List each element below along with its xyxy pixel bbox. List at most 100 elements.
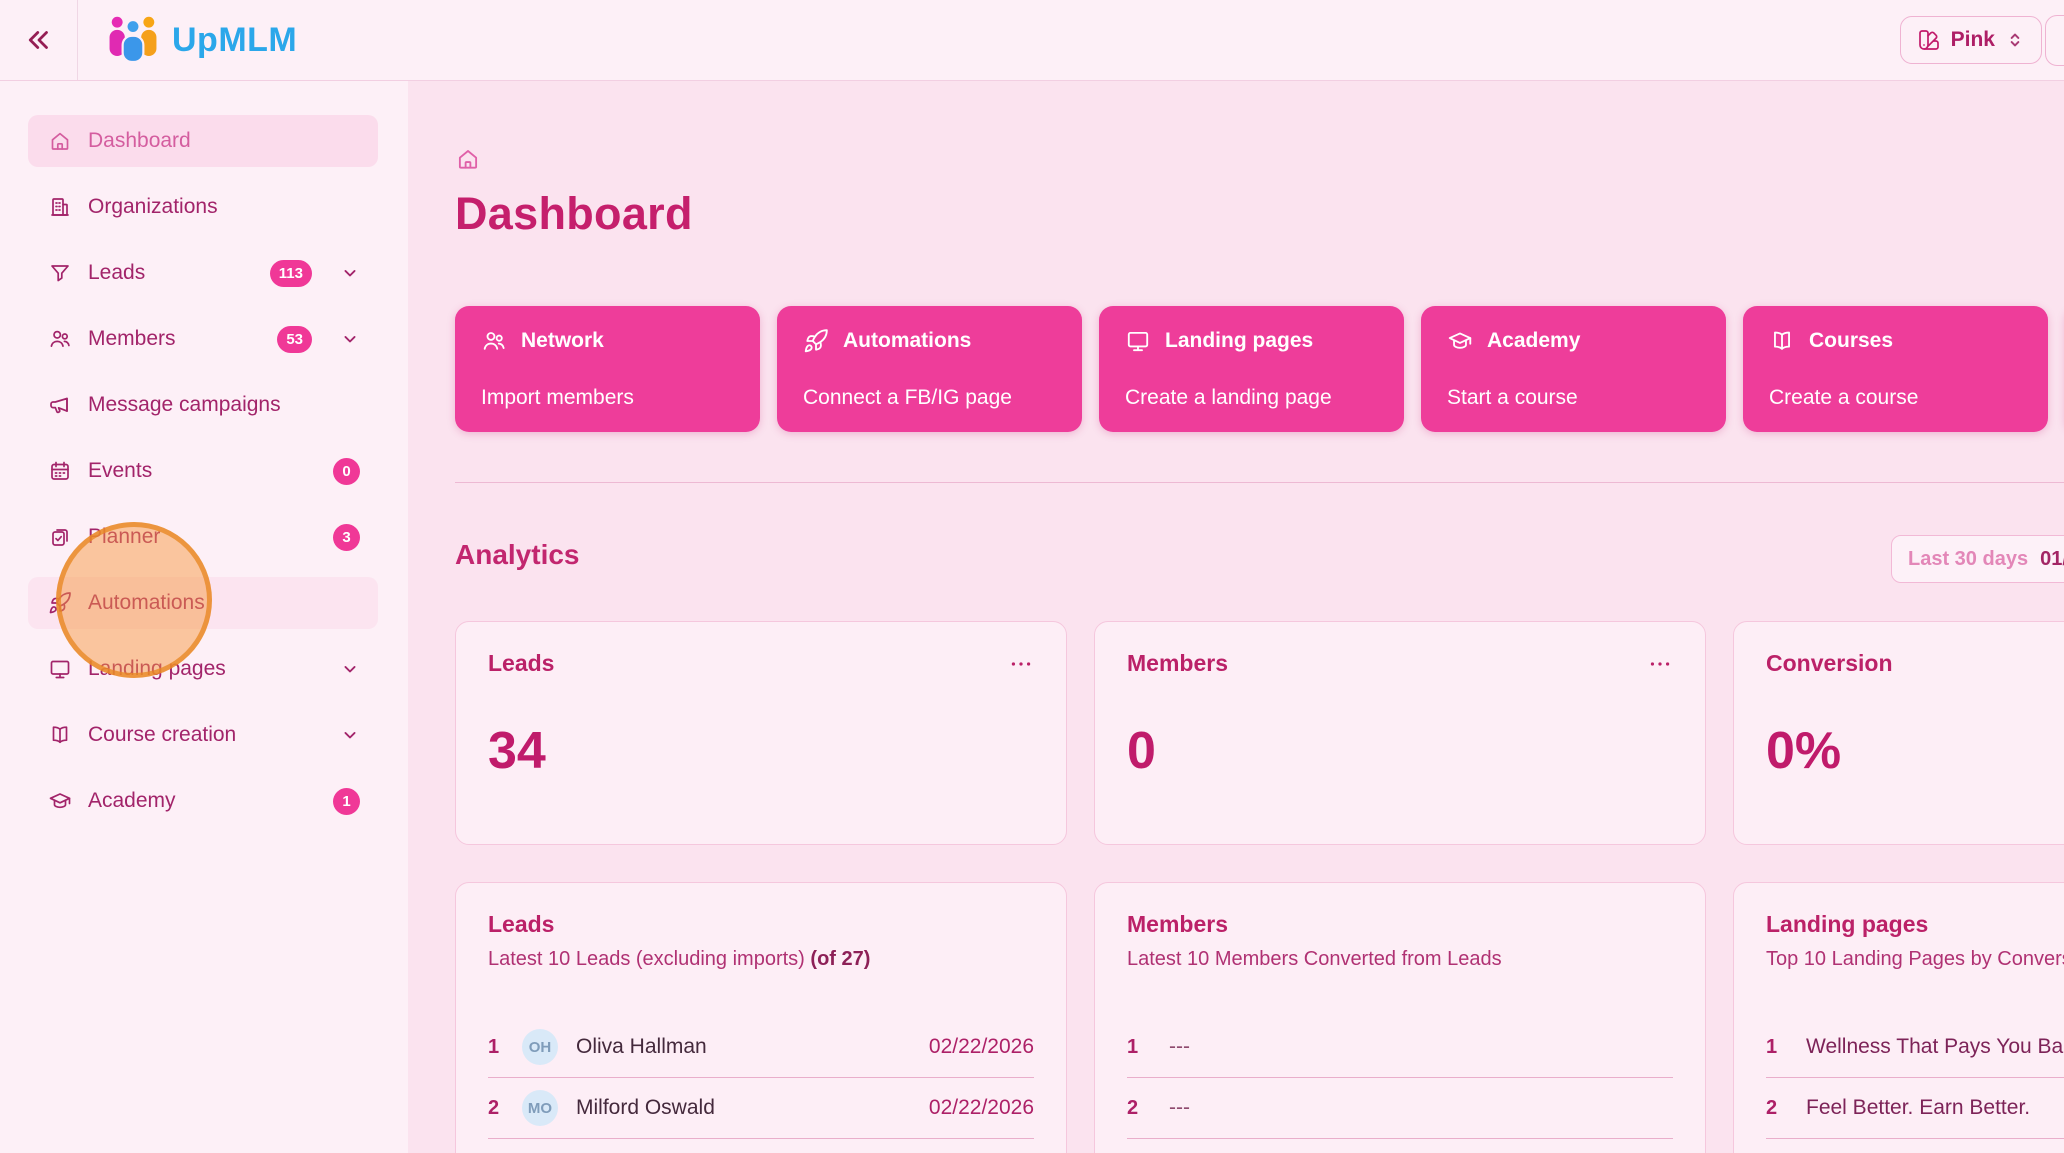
sidebar-item-message-campaigns[interactable]: Message campaigns xyxy=(28,379,378,431)
sidebar-item-leads[interactable]: Leads 113 xyxy=(28,247,378,299)
clipboard-check-icon xyxy=(48,525,72,549)
monitor-icon xyxy=(1125,328,1151,354)
sidebar-item-label: Academy xyxy=(88,789,317,813)
chevron-down-icon[interactable] xyxy=(340,659,360,679)
quick-action-subtitle: Start a course xyxy=(1447,386,1700,410)
events-count-badge: 0 xyxy=(333,458,360,485)
quick-action-landing-pages[interactable]: Landing pages Create a landing page xyxy=(1099,306,1404,432)
breadcrumb-home-icon[interactable] xyxy=(455,146,481,172)
quick-action-courses[interactable]: Courses Create a course xyxy=(1743,306,2048,432)
people-group-logo-icon xyxy=(106,14,160,67)
monitor-icon xyxy=(48,657,72,681)
row-number: 1 xyxy=(1766,1036,1800,1059)
home-icon xyxy=(48,129,72,153)
sidebar-item-automations[interactable]: Automations xyxy=(28,577,378,629)
sidebar-item-landing-pages[interactable]: Landing pages xyxy=(28,643,378,695)
sidebar-item-label: Dashboard xyxy=(88,129,360,153)
brand-logo[interactable]: UpMLM xyxy=(106,14,297,67)
theme-selector-label: Pink xyxy=(1951,28,1995,52)
megaphone-icon xyxy=(48,393,72,417)
chevron-down-icon[interactable] xyxy=(340,329,360,349)
sidebar-item-members[interactable]: Members 53 xyxy=(28,313,378,365)
book-icon xyxy=(1769,328,1795,354)
list-title: Members xyxy=(1127,911,1673,938)
row-number: 1 xyxy=(1127,1036,1161,1059)
analytics-lists-row: Leads Latest 10 Leads (excluding imports… xyxy=(455,882,2064,1153)
landing-page-name: Feel Better. Earn Better. xyxy=(1806,1096,2030,1120)
sidebar-item-label: Message campaigns xyxy=(88,393,360,417)
landing-page-row[interactable]: 1 Wellness That Pays You Back xyxy=(1766,1017,2064,1078)
theme-selector-button[interactable]: Pink xyxy=(1900,16,2042,64)
stat-value: 0% xyxy=(1766,721,2064,781)
landing-page-name: Wellness That Pays You Back xyxy=(1806,1035,2064,1059)
list-subtitle-count: (of 27) xyxy=(810,948,870,970)
chevron-down-icon[interactable] xyxy=(340,725,360,745)
analytics-section-title: Analytics xyxy=(455,539,580,570)
quick-action-subtitle: Create a course xyxy=(1769,386,2022,410)
stat-card-conversion: Conversion 0% xyxy=(1733,621,2064,845)
list-card-members: Members Latest 10 Members Converted from… xyxy=(1094,882,1706,1153)
quick-action-title: Automations xyxy=(843,329,971,353)
list-subtitle: Top 10 Landing Pages by Conversions xyxy=(1766,948,2064,971)
sidebar-item-events[interactable]: Events 0 xyxy=(28,445,378,497)
lead-row[interactable]: 1 OH Oliva Hallman 02/22/2026 xyxy=(488,1017,1034,1078)
stat-card-leads: Leads 34 xyxy=(455,621,1067,845)
graduation-cap-icon xyxy=(1447,328,1473,354)
funnel-icon xyxy=(48,261,72,285)
sidebar-item-label: Organizations xyxy=(88,195,360,219)
leads-count-badge: 113 xyxy=(270,260,312,287)
chevron-updown-icon xyxy=(2005,30,2025,50)
planner-count-badge: 3 xyxy=(333,524,360,551)
main-content: Dashboard Network Import members Automat… xyxy=(408,81,2064,1153)
quick-action-academy[interactable]: Academy Start a course xyxy=(1421,306,1726,432)
stat-card-members: Members 0 xyxy=(1094,621,1706,845)
sidebar-item-label: Course creation xyxy=(88,723,312,747)
sidebar-item-course-creation[interactable]: Course creation xyxy=(28,709,378,761)
academy-count-badge: 1 xyxy=(333,788,360,815)
stat-title: Conversion xyxy=(1766,650,1893,677)
rocket-icon xyxy=(48,591,72,615)
stat-value: 34 xyxy=(488,721,1034,781)
quick-action-title: Courses xyxy=(1809,329,1893,353)
ellipsis-menu-icon[interactable] xyxy=(1647,651,1673,677)
sidebar-item-academy[interactable]: Academy 1 xyxy=(28,775,378,827)
lead-row[interactable]: 2 MO Milford Oswald 02/22/2026 xyxy=(488,1078,1034,1139)
list-card-leads: Leads Latest 10 Leads (excluding imports… xyxy=(455,882,1067,1153)
ellipsis-menu-icon[interactable] xyxy=(1008,651,1034,677)
row-number: 2 xyxy=(1127,1097,1161,1120)
member-row[interactable]: 2 --- xyxy=(1127,1078,1673,1139)
swatchbook-icon xyxy=(1917,28,1941,52)
member-name: --- xyxy=(1169,1096,1190,1120)
row-number: 2 xyxy=(488,1097,522,1120)
avatar: OH xyxy=(522,1029,558,1065)
sidebar-collapse-button[interactable] xyxy=(0,0,78,80)
member-name: --- xyxy=(1169,1035,1190,1059)
sidebar-item-organizations[interactable]: Organizations xyxy=(28,181,378,233)
date-range-filter[interactable]: Last 30 days 01/2 xyxy=(1891,535,2064,583)
quick-action-automations[interactable]: Automations Connect a FB/IG page xyxy=(777,306,1082,432)
double-chevron-left-icon xyxy=(24,25,54,55)
lead-date: 02/22/2026 xyxy=(929,1096,1034,1120)
chevron-down-icon[interactable] xyxy=(340,263,360,283)
lead-name: Milford Oswald xyxy=(576,1096,715,1120)
quick-action-title: Academy xyxy=(1487,329,1580,353)
sidebar-item-dashboard[interactable]: Dashboard xyxy=(28,115,378,167)
list-subtitle-text: Latest 10 Leads (excluding imports) xyxy=(488,948,805,970)
users-icon xyxy=(48,327,72,351)
rocket-icon xyxy=(803,328,829,354)
landing-page-row[interactable]: 2 Feel Better. Earn Better. xyxy=(1766,1078,2064,1139)
quick-action-title: Network xyxy=(521,329,604,353)
lead-name: Oliva Hallman xyxy=(576,1035,707,1059)
member-row[interactable]: 1 --- xyxy=(1127,1017,1673,1078)
list-title: Leads xyxy=(488,911,1034,938)
quick-action-network[interactable]: Network Import members xyxy=(455,306,760,432)
book-icon xyxy=(48,723,72,747)
partial-topbar-button[interactable] xyxy=(2045,15,2064,66)
sidebar-item-planner[interactable]: Planner 3 xyxy=(28,511,378,563)
list-title: Landing pages xyxy=(1766,911,2064,938)
list-subtitle: Latest 10 Members Converted from Leads xyxy=(1127,948,1673,971)
users-icon xyxy=(481,328,507,354)
analytics-header: Analytics Last 30 days 01/2 xyxy=(455,539,2064,579)
members-count-badge: 53 xyxy=(277,326,312,353)
building-icon xyxy=(48,195,72,219)
